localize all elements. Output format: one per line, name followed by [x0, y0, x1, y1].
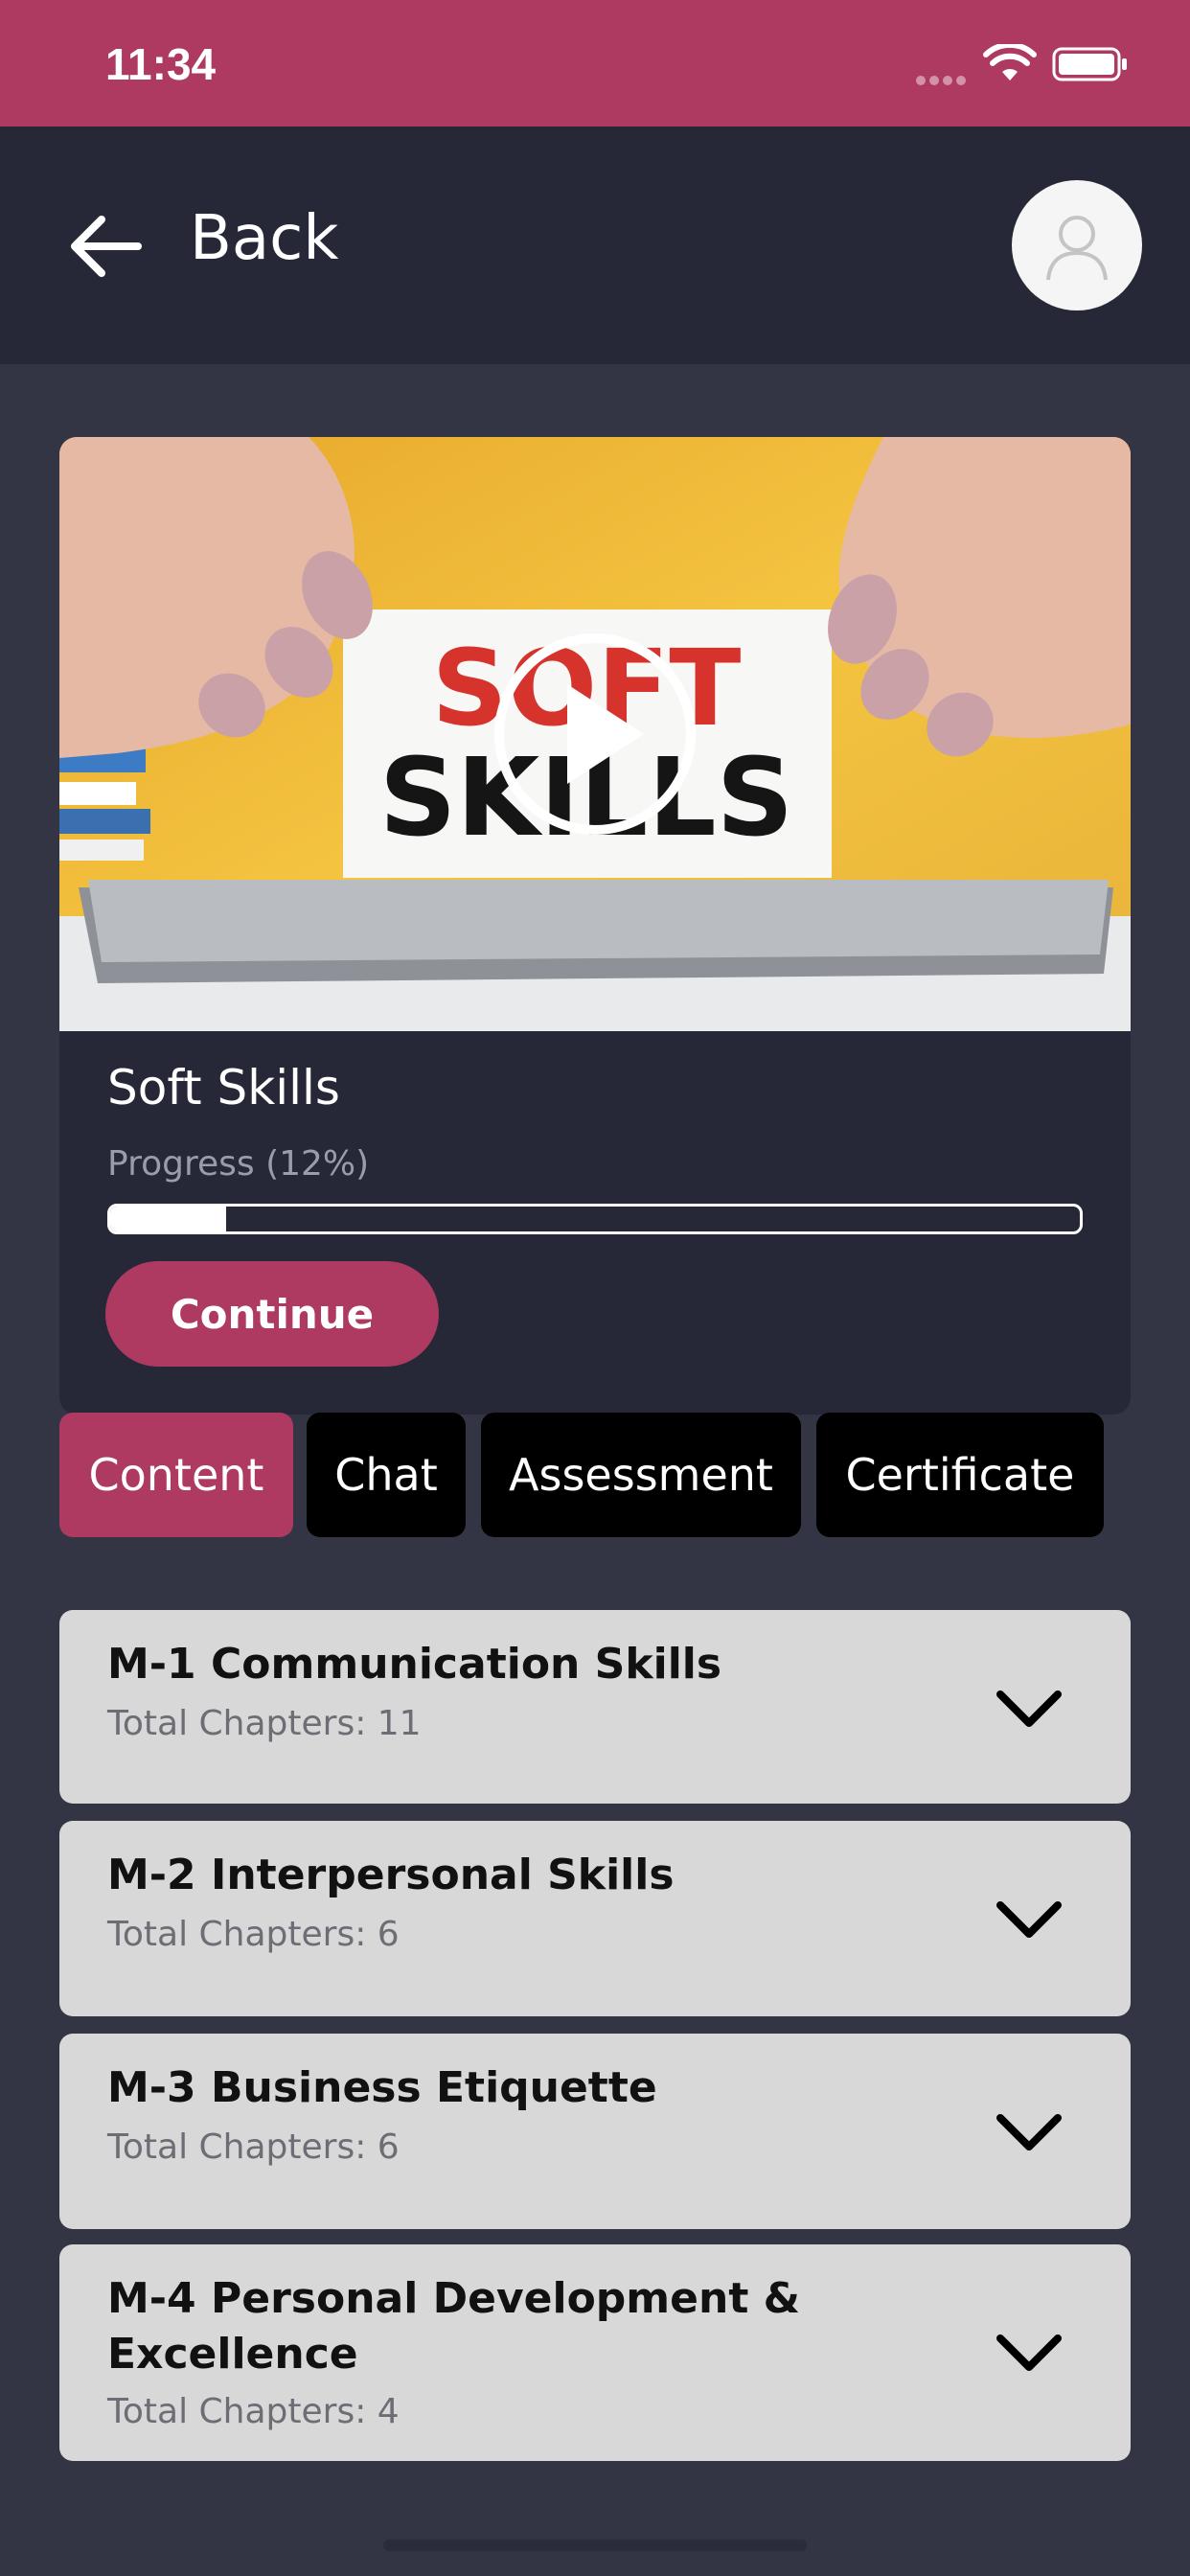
module-chapters: Total Chapters: 6	[107, 2128, 400, 2167]
user-avatar-icon[interactable]	[1012, 180, 1142, 310]
course-card: SOFT SKILLS Soft Skills Progress (12%) C…	[59, 437, 1131, 1414]
wifi-icon	[983, 44, 1037, 80]
module-item[interactable]: M-4 Personal Development & Excellence To…	[59, 2244, 1131, 2461]
back-button[interactable]: Back	[190, 203, 338, 274]
module-item[interactable]: M-3 Business Etiquette Total Chapters: 6	[59, 2034, 1131, 2229]
signal-dots-icon	[916, 71, 972, 85]
chevron-down-icon[interactable]	[995, 1899, 1064, 1942]
tab-certificate[interactable]: Certificate	[816, 1413, 1104, 1537]
tab-content[interactable]: Content	[59, 1413, 293, 1537]
tab-chat[interactable]: Chat	[307, 1413, 466, 1537]
progress-bar	[107, 1204, 1083, 1234]
module-chapters: Total Chapters: 11	[107, 1704, 422, 1743]
home-indicator	[383, 2540, 807, 2551]
module-title: M-3 Business Etiquette	[107, 2063, 657, 2112]
status-bar: 11:34	[0, 0, 1190, 126]
continue-button[interactable]: Continue	[105, 1261, 439, 1367]
course-title: Soft Skills	[107, 1060, 340, 1116]
course-thumbnail[interactable]: SOFT SKILLS	[59, 437, 1131, 1031]
battery-icon	[1052, 47, 1127, 81]
chevron-down-icon[interactable]	[995, 1689, 1064, 1731]
tab-assessment[interactable]: Assessment	[481, 1413, 801, 1537]
chevron-down-icon[interactable]	[995, 2112, 1064, 2154]
module-title: M-4 Personal Development & Excellence	[107, 2274, 801, 2379]
module-title: M-1 Communication Skills	[107, 1640, 722, 1689]
module-title: M-2 Interpersonal Skills	[107, 1851, 675, 1899]
arrow-left-icon[interactable]	[67, 213, 144, 280]
progress-fill	[110, 1207, 227, 1231]
chevron-down-icon[interactable]	[995, 2333, 1064, 2375]
status-time: 11:34	[105, 39, 217, 89]
module-item[interactable]: M-1 Communication Skills Total Chapters:…	[59, 1610, 1131, 1804]
module-chapters: Total Chapters: 4	[107, 2392, 400, 2431]
module-chapters: Total Chapters: 6	[107, 1915, 400, 1954]
module-item[interactable]: M-2 Interpersonal Skills Total Chapters:…	[59, 1821, 1131, 2016]
progress-label: Progress (12%)	[107, 1144, 370, 1184]
